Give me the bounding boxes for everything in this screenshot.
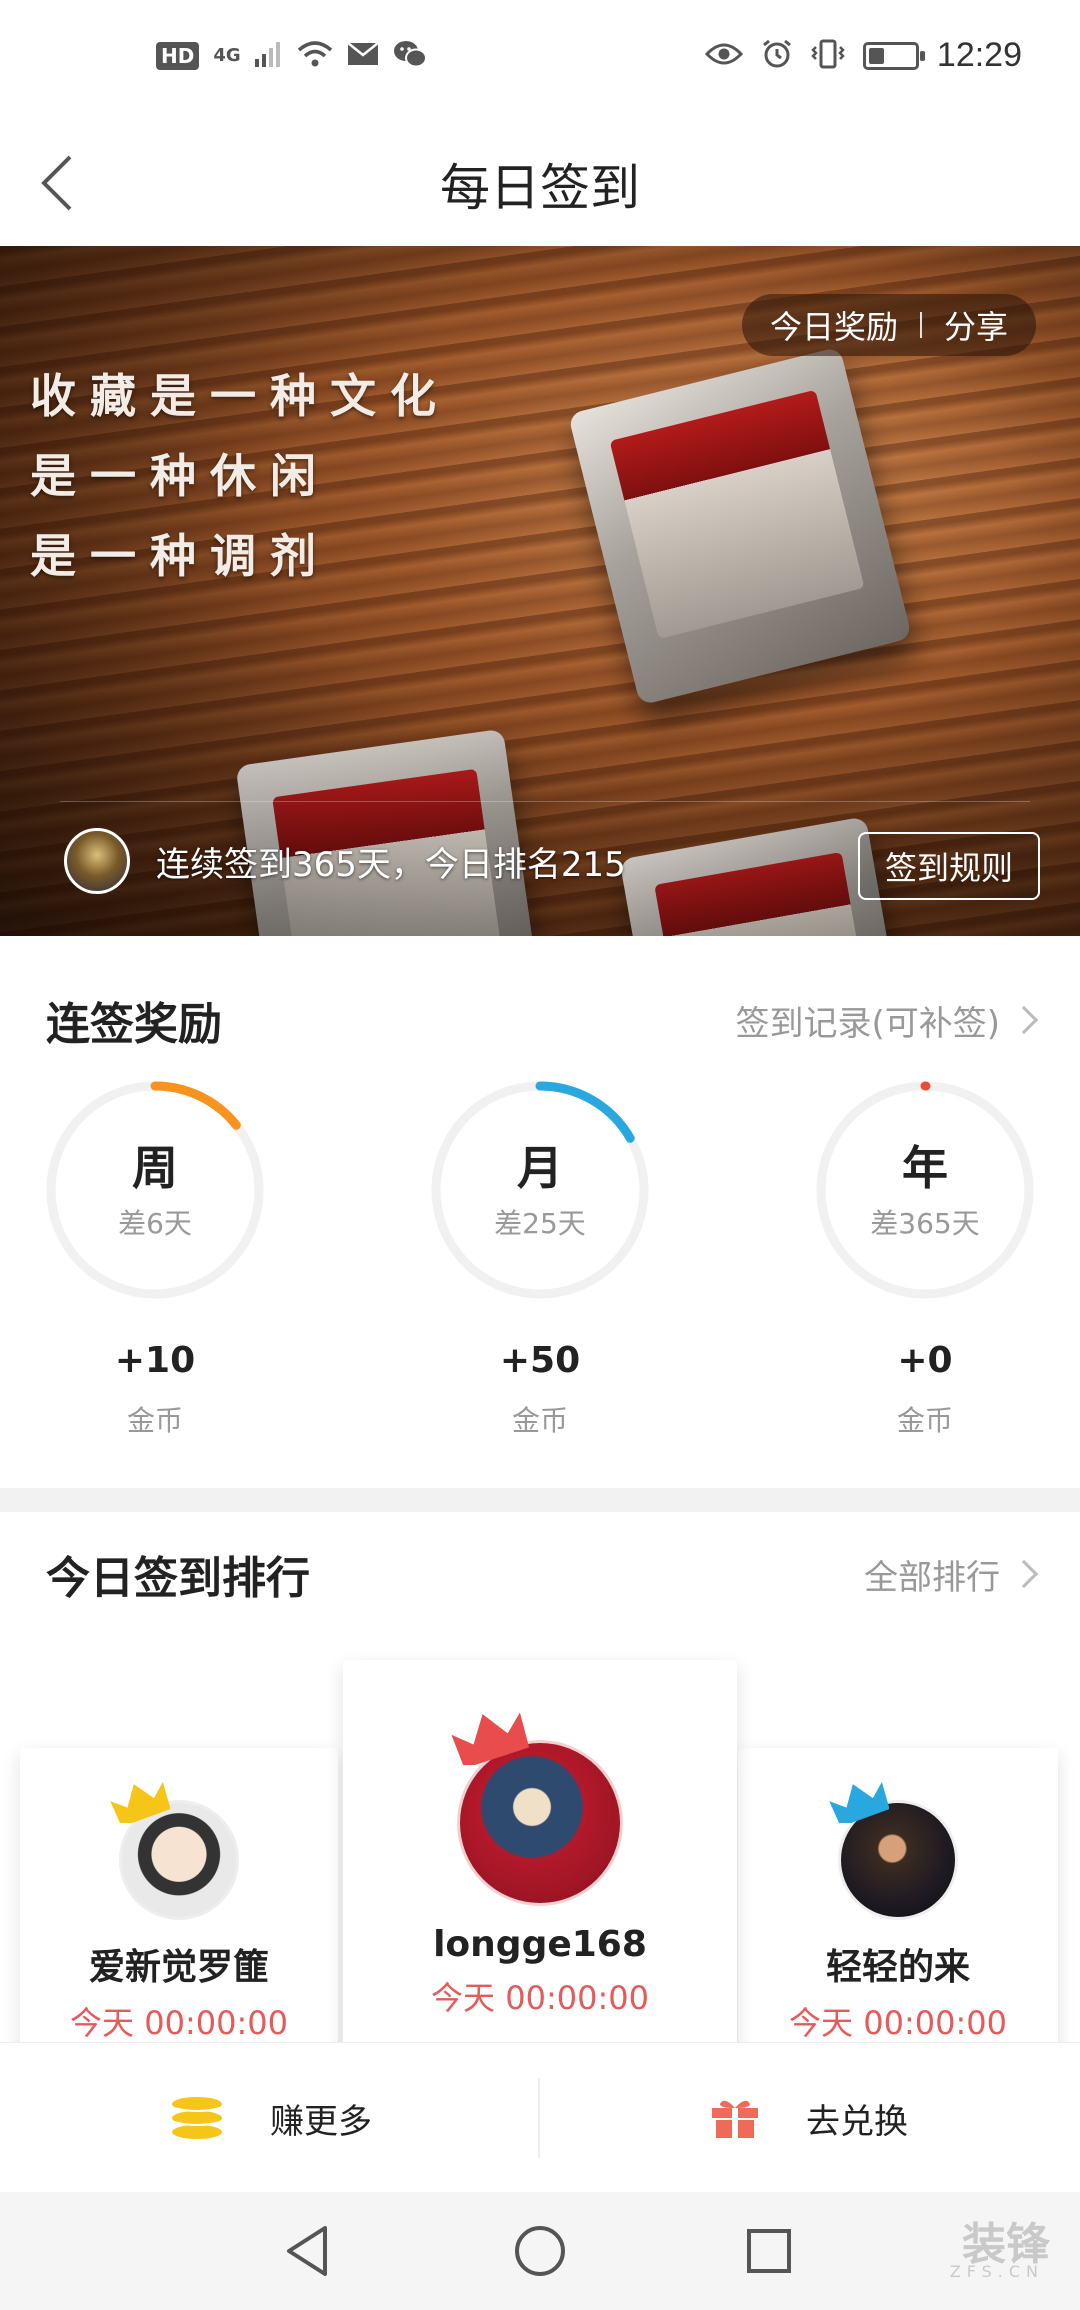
banner-divider	[60, 801, 1030, 802]
all-ranking-link[interactable]: 全部排行	[864, 1550, 1039, 1599]
nav-home-button[interactable]	[505, 2216, 575, 2286]
today-reward-link[interactable]: 今日奖励	[770, 302, 898, 348]
earn-more-label: 赚更多	[270, 2101, 372, 2142]
gift-icon	[712, 2100, 758, 2138]
ranker-avatar	[451, 1712, 623, 1906]
ranking-title: 今日签到排行	[46, 1553, 310, 1604]
podium-first[interactable]: longge168 今天 00:00:00	[343, 1660, 737, 2042]
reward-amount: +10	[114, 1340, 196, 1381]
section-separator	[0, 1488, 1080, 1512]
chevron-right-icon	[1009, 1559, 1039, 1589]
redeem-label: 去兑换	[806, 2101, 908, 2142]
bottom-action-bar: 赚更多 去兑换	[0, 2042, 1080, 2192]
system-nav-bar: 装锋 ZFS.CN	[0, 2192, 1080, 2310]
reward-amount: +50	[499, 1340, 581, 1381]
ranker-name: 爱新觉罗篚	[88, 1947, 269, 1988]
pill-divider	[919, 312, 922, 338]
ranking-header: 今日签到排行 全部排行	[46, 1542, 1039, 1606]
watermark-sub: ZFS.CN	[949, 2262, 1044, 2281]
triangle-back-icon	[287, 2226, 327, 2276]
hd-icon: HD	[156, 42, 200, 70]
nav-back-button[interactable]	[272, 2216, 342, 2286]
reward-week[interactable]: 周 差6天 +10 金币	[35, 1080, 275, 1439]
user-avatar[interactable]	[64, 828, 130, 894]
earn-more-button[interactable]: 赚更多	[170, 2043, 372, 2193]
share-link[interactable]: 分享	[944, 302, 1008, 348]
banner-footer: 连续签到365天，今日排名215	[64, 828, 626, 894]
reward-unit: 金币	[126, 1404, 183, 1437]
ranker-time: 今天 00:00:00	[431, 1979, 649, 2017]
reward-period-label: 月	[517, 1141, 563, 1195]
streak-rewards-section: 连签奖励 签到记录(可补签) 周 差6天 +10 金币 月 差25天 +50 金…	[0, 960, 1080, 1490]
reward-period-label: 周	[132, 1141, 178, 1195]
poem-line: 收藏是一种文化	[30, 369, 450, 423]
signin-record-link[interactable]: 签到记录(可补签)	[735, 996, 1039, 1045]
progress-ring: 月 差25天	[430, 1080, 650, 1300]
banner-actions-pill: 今日奖励 分享	[741, 294, 1036, 356]
ranker-avatar	[829, 1782, 958, 1920]
streak-text: 连续签到365天，今日排名215	[156, 844, 626, 885]
banner-poem: 收藏是一种文化 是一种休闲 是一种调剂	[30, 356, 450, 596]
network-type-label: 4G	[213, 45, 241, 66]
ranker-time: 今天 00:00:00	[789, 2004, 1007, 2042]
status-bar: HD 4G 12:29	[0, 0, 1080, 120]
podium-third[interactable]: 轻轻的来 今天 00:00:00	[738, 1748, 1058, 2042]
ranker-time: 今天 00:00:00	[70, 2004, 288, 2042]
podium-second[interactable]: 爱新觉罗篚 今天 00:00:00	[20, 1748, 338, 2042]
rewards-title: 连签奖励	[46, 999, 222, 1050]
chevron-right-icon	[1009, 1005, 1039, 1035]
battery-level	[868, 47, 884, 64]
poem-line: 是一种休闲	[30, 449, 330, 503]
eye-icon	[704, 42, 743, 70]
reward-year[interactable]: 年 差365天 +0 金币	[805, 1080, 1045, 1439]
alarm-icon	[761, 38, 793, 74]
reward-unit: 金币	[896, 1404, 953, 1437]
battery-icon	[862, 41, 925, 70]
reward-remaining: 差25天	[494, 1207, 586, 1240]
progress-ring: 年 差365天	[815, 1080, 1035, 1300]
all-ranking-label: 全部排行	[864, 1557, 1000, 1598]
signin-record-label: 签到记录(可补签)	[735, 1003, 1000, 1044]
progress-ring: 周 差6天	[45, 1080, 265, 1300]
status-left-icons: HD 4G	[156, 40, 427, 72]
reward-month[interactable]: 月 差25天 +50 金币	[420, 1080, 660, 1439]
page-title: 每日签到	[440, 159, 640, 217]
ranker-avatar	[110, 1782, 239, 1920]
crown-icon	[829, 1782, 889, 1823]
signal-icon	[254, 41, 283, 71]
signin-banner: 收藏是一种文化 是一种休闲 是一种调剂 今日奖励 分享 连续签到365天，今日排…	[0, 246, 1080, 936]
poem-line: 是一种调剂	[30, 529, 330, 583]
clock-time: 12:29	[936, 36, 1022, 74]
ranker-name: longge168	[433, 1924, 647, 1965]
status-right-icons: 12:29	[704, 36, 1022, 75]
crown-icon	[451, 1712, 530, 1765]
wechat-icon	[393, 40, 427, 72]
coin-stack-icon	[172, 2097, 222, 2139]
daily-ranking-section: 今日签到排行 全部排行 爱新觉罗篚 今天 00:00:00 longge168 …	[0, 1512, 1080, 2042]
reward-remaining: 差6天	[118, 1207, 192, 1240]
crown-icon	[110, 1782, 170, 1823]
reward-unit: 金币	[511, 1404, 568, 1437]
reward-remaining: 差365天	[870, 1207, 980, 1240]
top-header: 每日签到	[0, 120, 1080, 246]
nav-recents-button[interactable]	[734, 2216, 804, 2286]
circle-home-icon	[515, 2226, 565, 2276]
signin-rules-button[interactable]: 签到规则	[858, 832, 1040, 900]
rewards-header: 连签奖励 签到记录(可补签)	[46, 988, 1039, 1052]
reward-amount: +0	[897, 1340, 953, 1381]
mail-icon	[346, 42, 379, 70]
vibrate-icon	[811, 39, 845, 73]
action-divider	[538, 2078, 540, 2158]
redeem-button[interactable]: 去兑换	[710, 2043, 908, 2193]
ranker-name: 轻轻的来	[825, 1947, 970, 1988]
reward-period-label: 年	[902, 1141, 948, 1195]
square-recents-icon	[747, 2229, 791, 2273]
wifi-icon	[297, 40, 333, 72]
